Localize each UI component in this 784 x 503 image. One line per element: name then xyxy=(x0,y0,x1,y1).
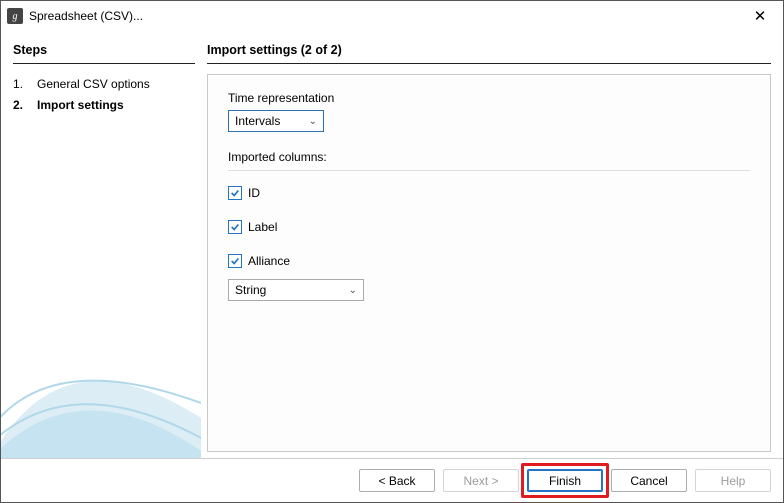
content-panel: Time representation Intervals ⌄ Imported… xyxy=(207,74,771,452)
steps-panel: Steps 1. General CSV options 2. Import s… xyxy=(13,43,195,452)
steps-list: 1. General CSV options 2. Import setting… xyxy=(13,74,195,116)
step-label: Import settings xyxy=(37,95,124,116)
cancel-button[interactable]: Cancel xyxy=(611,469,687,492)
titlebar: g Spreadsheet (CSV)... ✕ xyxy=(1,1,783,31)
button-label: Next > xyxy=(463,474,498,488)
main-heading: Import settings (2 of 2) xyxy=(207,43,771,61)
step-label: General CSV options xyxy=(37,74,150,95)
chevron-down-icon: ⌄ xyxy=(309,116,317,127)
column-type-select[interactable]: String ⌄ xyxy=(228,279,364,301)
checkbox-label: Label xyxy=(248,220,277,234)
chevron-down-icon: ⌄ xyxy=(349,285,357,296)
steps-heading: Steps xyxy=(13,43,195,61)
button-label: Cancel xyxy=(630,474,667,488)
select-value: String xyxy=(235,283,266,297)
button-label: Finish xyxy=(549,474,581,488)
app-icon: g xyxy=(7,8,23,24)
checkbox-label: ID xyxy=(248,186,260,200)
main-panel: Import settings (2 of 2) Time representa… xyxy=(207,43,771,452)
select-value: Intervals xyxy=(235,114,280,128)
help-button: Help xyxy=(695,469,771,492)
close-button[interactable]: ✕ xyxy=(737,1,783,31)
button-label: < Back xyxy=(378,474,415,488)
checkbox-icon xyxy=(228,220,242,234)
column-checkbox-label[interactable]: Label xyxy=(228,217,750,237)
step-item-general: 1. General CSV options xyxy=(13,74,195,95)
checkbox-label: Alliance xyxy=(248,254,290,268)
time-representation-select[interactable]: Intervals ⌄ xyxy=(228,110,324,132)
step-number: 1. xyxy=(13,74,25,95)
divider xyxy=(207,63,771,64)
divider xyxy=(13,63,195,64)
button-label: Help xyxy=(721,474,746,488)
back-button[interactable]: < Back xyxy=(359,469,435,492)
dialog-window: g Spreadsheet (CSV)... ✕ Steps 1. Genera… xyxy=(0,0,784,503)
next-button: Next > xyxy=(443,469,519,492)
step-item-import-settings: 2. Import settings xyxy=(13,95,195,116)
step-number: 2. xyxy=(13,95,25,116)
column-checkbox-alliance[interactable]: Alliance xyxy=(228,251,750,271)
close-icon: ✕ xyxy=(754,7,767,25)
finish-button[interactable]: Finish xyxy=(527,469,603,492)
dialog-body: Steps 1. General CSV options 2. Import s… xyxy=(1,31,783,458)
checkbox-icon xyxy=(228,254,242,268)
divider xyxy=(228,170,750,171)
time-representation-label: Time representation xyxy=(228,91,750,105)
imported-columns-label: Imported columns: xyxy=(228,150,750,164)
checkbox-icon xyxy=(228,186,242,200)
window-title: Spreadsheet (CSV)... xyxy=(29,9,737,23)
wizard-footer: < Back Next > Finish Cancel Help xyxy=(1,458,783,502)
column-checkbox-id[interactable]: ID xyxy=(228,183,750,203)
